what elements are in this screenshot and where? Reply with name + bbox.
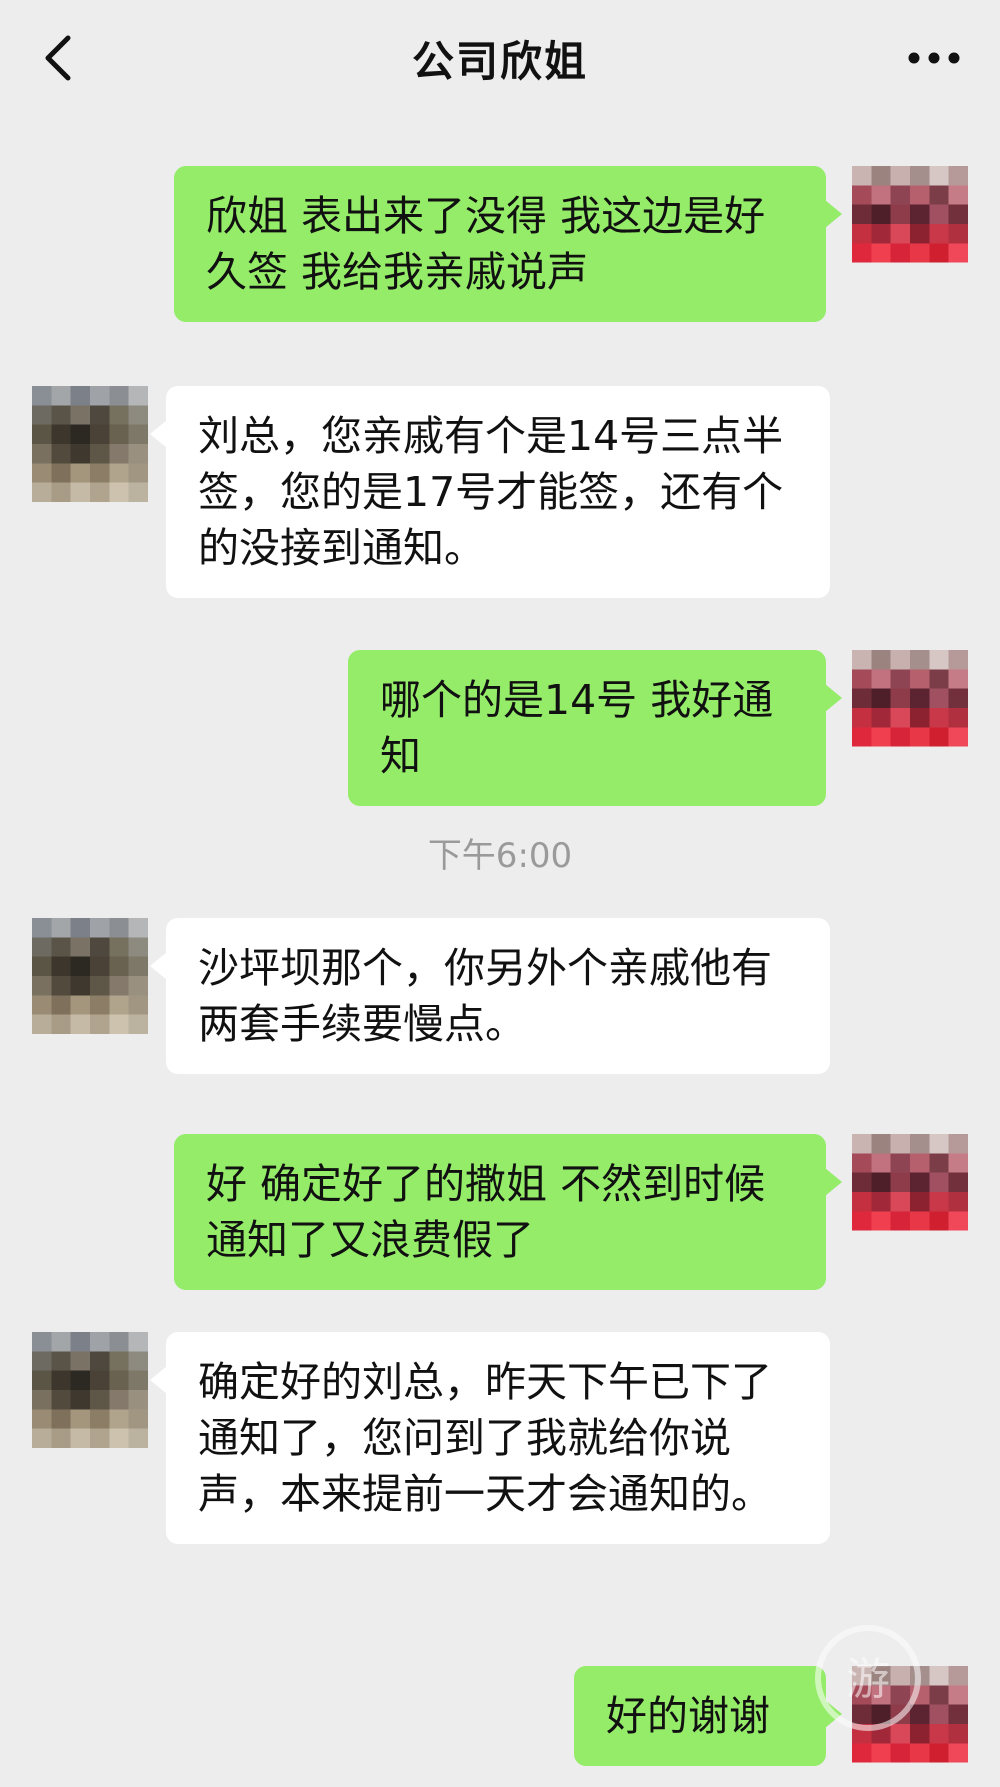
message-bubble-mine[interactable]: 好的谢谢	[574, 1666, 842, 1766]
chat-header: 公司欣姐	[0, 0, 1000, 118]
more-dots-icon	[908, 52, 960, 64]
avatar-contact[interactable]	[32, 918, 148, 1034]
avatar-self[interactable]	[852, 1134, 968, 1250]
message-bubble-mine[interactable]: 欣姐 表出来了没得 我这边是好久签 我给我亲戚说声	[174, 166, 842, 322]
chat-title: 公司欣姐	[411, 37, 588, 86]
avatar-contact[interactable]	[32, 1332, 148, 1448]
watermark-logo: 游	[812, 1622, 924, 1734]
message-timestamp: 下午6:00	[427, 836, 573, 876]
message-bubble-mine[interactable]: 哪个的是14号 我好通知	[348, 650, 842, 806]
more-button[interactable]	[906, 40, 962, 76]
message-bubble-contact[interactable]: 刘总，您亲戚有个是14号三点半签，您的是17号才能签，还有个的没接到通知。	[150, 386, 830, 598]
watermark-text: 游	[846, 1654, 890, 1705]
message-bubble-mine[interactable]: 好 确定好了的撒姐 不然到时候通知了又浪费假了	[174, 1134, 842, 1290]
avatar-contact[interactable]	[32, 386, 148, 502]
avatar-self[interactable]	[852, 650, 968, 766]
message-bubble-contact[interactable]: 确定好的刘总，昨天下午已下了通知了，您问到了我就给你说声，本来提前一天才会通知的…	[150, 1332, 830, 1544]
avatar-self[interactable]	[852, 166, 968, 282]
watermark-icon: 游	[815, 1625, 921, 1731]
chat-screen: 公司欣姐 欣姐 表出来了没得 我这边是好久签 我给我亲戚说声 刘总，您亲戚有个是…	[0, 0, 1000, 1787]
message-bubble-contact[interactable]: 沙坪坝那个，你另外个亲戚他有两套手续要慢点。	[150, 918, 830, 1074]
